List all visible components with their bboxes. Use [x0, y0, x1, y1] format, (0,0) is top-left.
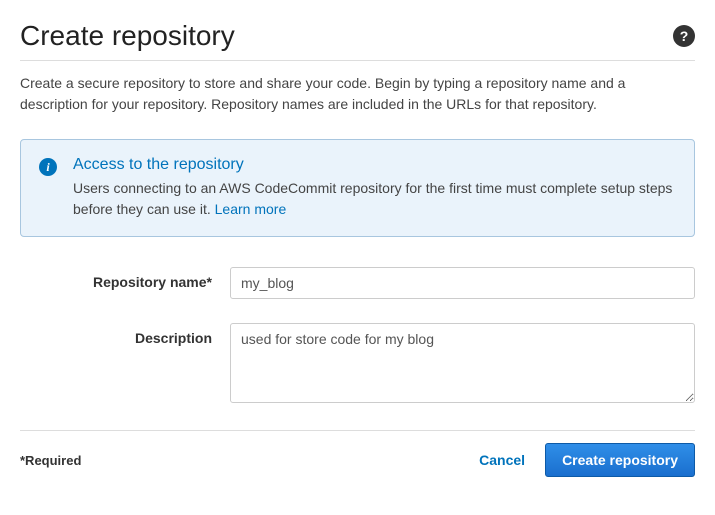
info-box-body: Users connecting to an AWS CodeCommit re…: [73, 178, 676, 220]
info-icon: i: [39, 158, 57, 176]
page-title: Create repository: [20, 20, 235, 52]
description-label: Description: [20, 323, 230, 346]
repo-name-input[interactable]: [230, 267, 695, 299]
learn-more-link[interactable]: Learn more: [215, 201, 287, 217]
create-repository-button[interactable]: Create repository: [545, 443, 695, 477]
description-textarea[interactable]: used for store code for my blog: [230, 323, 695, 403]
required-note: *Required: [20, 453, 81, 468]
repo-name-label: Repository name*: [20, 267, 230, 290]
page-intro: Create a secure repository to store and …: [20, 73, 695, 115]
help-icon[interactable]: ?: [673, 25, 695, 47]
info-box: i Access to the repository Users connect…: [20, 139, 695, 237]
info-box-text: Users connecting to an AWS CodeCommit re…: [73, 180, 672, 217]
info-box-title: Access to the repository: [73, 156, 676, 174]
cancel-button[interactable]: Cancel: [479, 452, 525, 468]
